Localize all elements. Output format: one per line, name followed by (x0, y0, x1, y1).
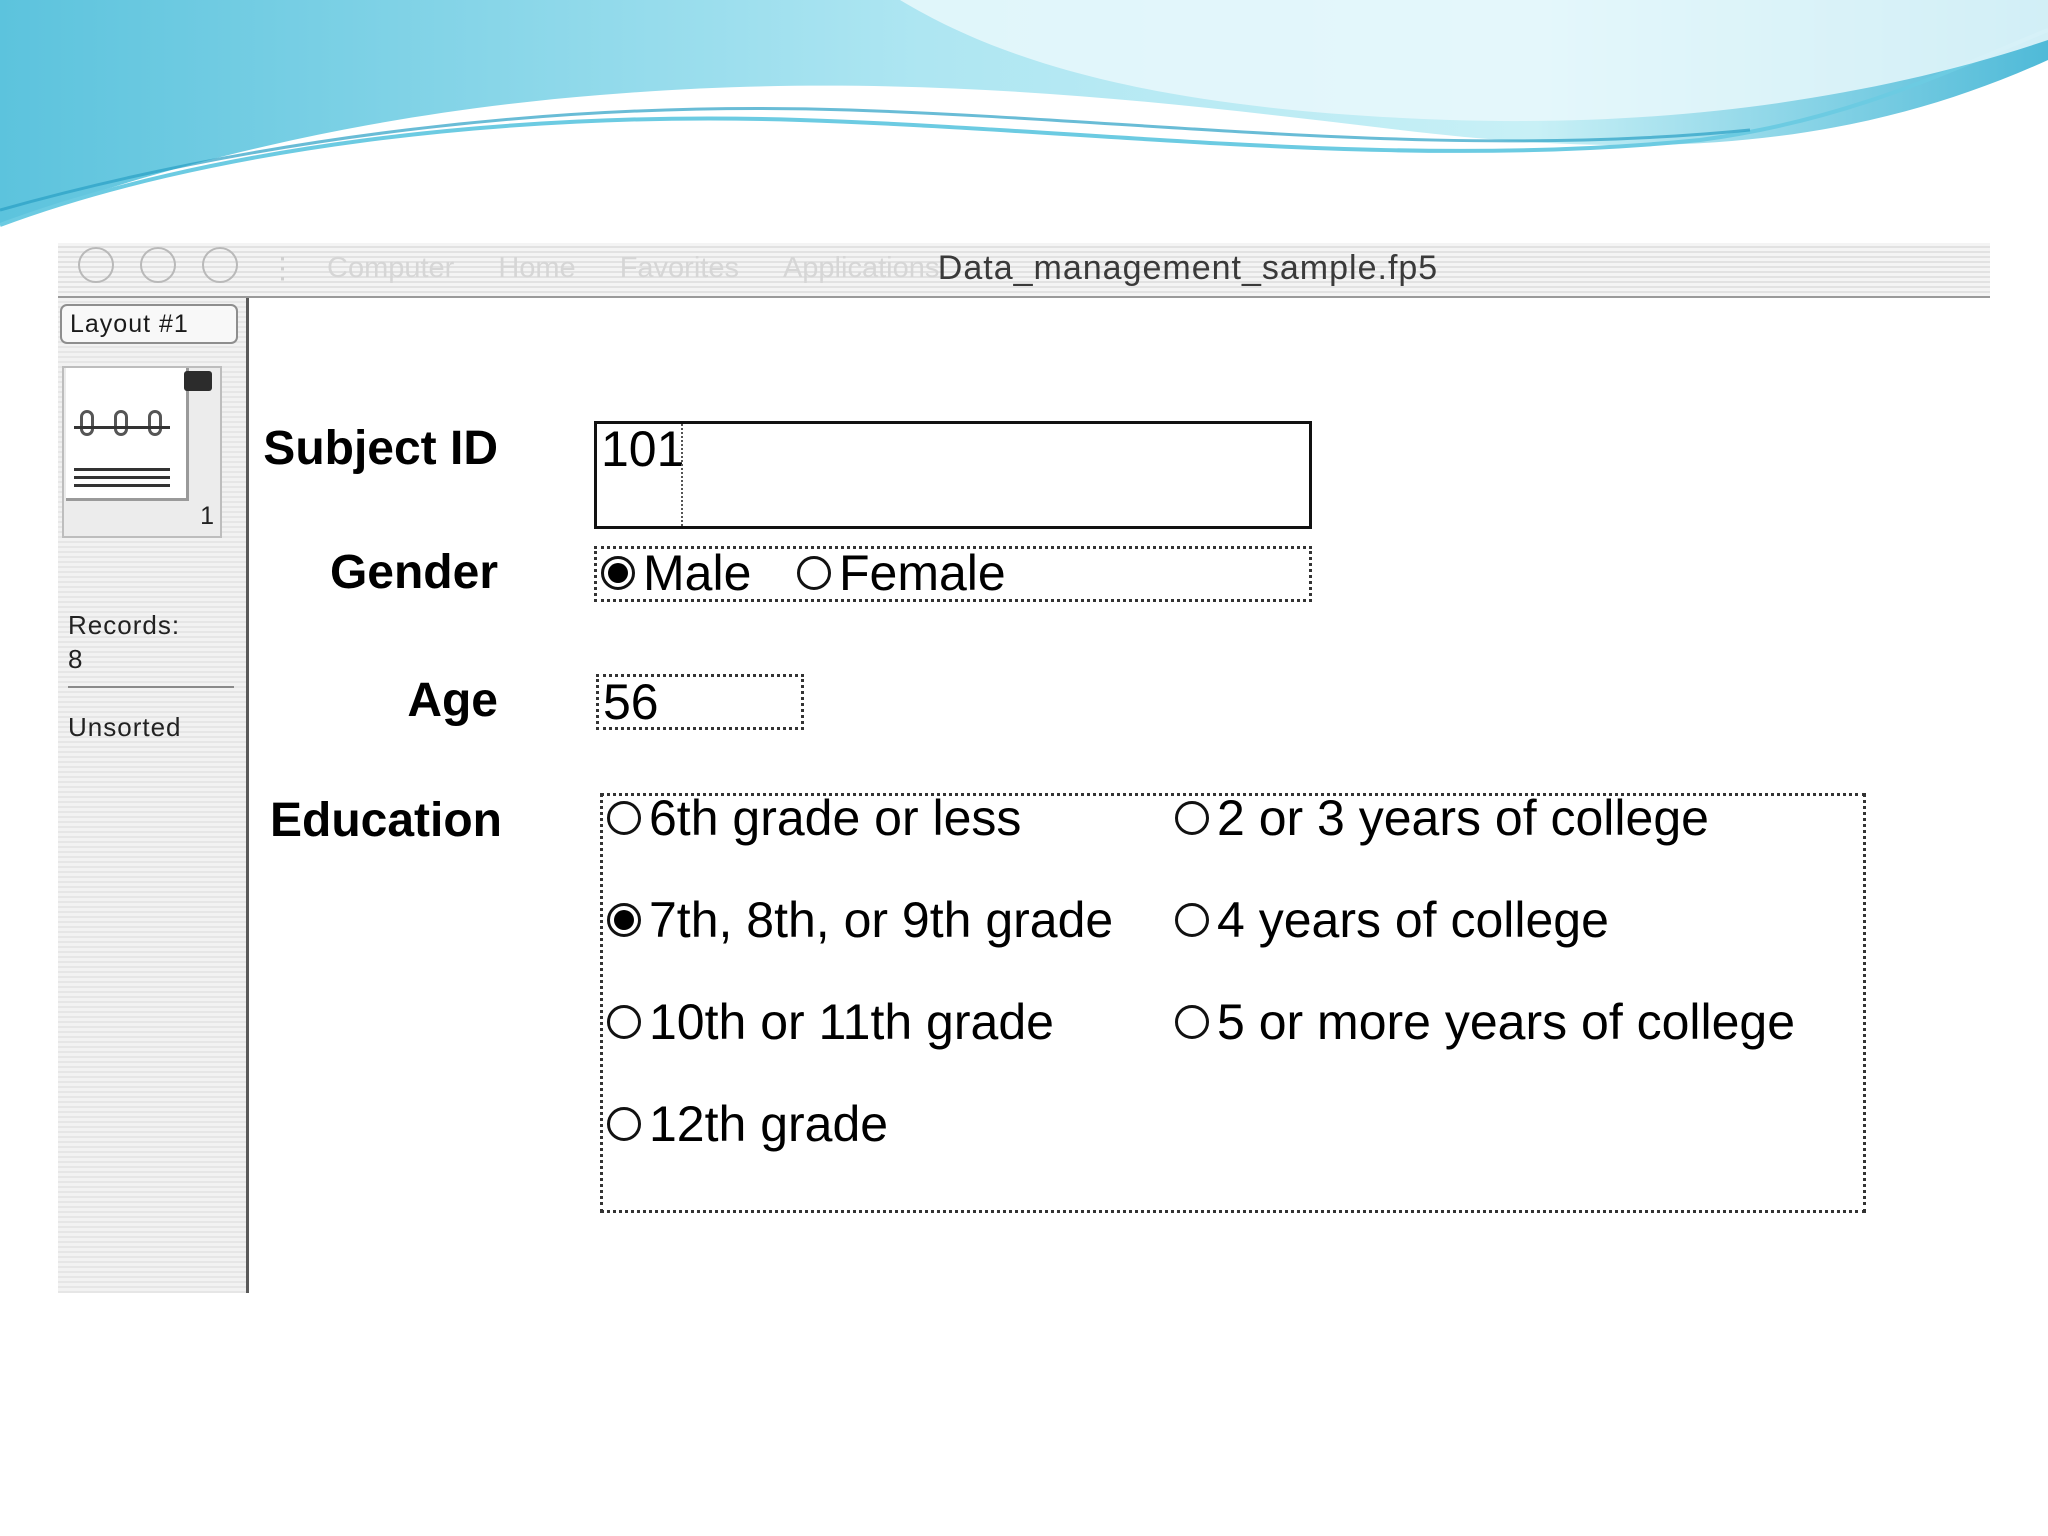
book-line (74, 476, 170, 479)
gender-option-female[interactable]: Female (797, 543, 1006, 603)
education-option-label: 5 or more years of college (1217, 994, 1796, 1050)
education-option-10th-11th[interactable]: 10th or 11th grade (607, 992, 1054, 1052)
education-option-12th[interactable]: 12th grade (607, 1094, 888, 1154)
age-field[interactable]: 56 (596, 674, 804, 730)
radio-unselected-icon (1175, 903, 1209, 937)
slide-wave-decoration (0, 0, 2048, 227)
gender-radio-group: Male Female (594, 543, 1312, 603)
education-option-label: 7th, 8th, or 9th grade (649, 892, 1114, 948)
education-option-label: 2 or 3 years of college (1217, 790, 1709, 846)
field-guide-line (681, 424, 683, 526)
education-option-label: 12th grade (649, 1096, 889, 1152)
window-title: Data_management_sample.fp5 (937, 249, 1439, 287)
book-line (74, 484, 170, 487)
education-option-4-college[interactable]: 4 years of college (1175, 890, 1609, 950)
gender-option-male[interactable]: Male (601, 543, 751, 603)
gender-option-label: Male (643, 545, 752, 601)
radio-selected-icon (601, 556, 635, 590)
records-label: Records: (68, 610, 181, 640)
education-option-2-3-college[interactable]: 2 or 3 years of college (1175, 788, 1709, 848)
age-label: Age (407, 674, 498, 727)
gender-option-label: Female (839, 545, 1006, 601)
radio-unselected-icon (607, 801, 641, 835)
radio-selected-icon (607, 903, 641, 937)
filemaker-window: ⋮ Computer Home Favorites Applications D… (58, 243, 1990, 1293)
radio-unselected-icon (797, 556, 831, 590)
age-value: 56 (603, 674, 659, 730)
education-option-label: 10th or 11th grade (649, 994, 1054, 1050)
education-option-7th-8th-9th[interactable]: 7th, 8th, or 9th grade (607, 890, 1113, 950)
education-option-6th-or-less[interactable]: 6th grade or less (607, 788, 1021, 848)
subject-id-value: 101 (601, 421, 685, 477)
layout-menu[interactable]: Layout #1 (60, 304, 238, 344)
subject-id-field[interactable]: 101 (594, 421, 1312, 529)
radio-unselected-icon (607, 1005, 641, 1039)
education-option-label: 4 years of college (1217, 892, 1609, 948)
records-count: 8 (68, 644, 83, 674)
gender-label: Gender (329, 546, 498, 599)
current-record-number[interactable]: 1 (184, 502, 214, 531)
radio-unselected-icon (607, 1107, 641, 1141)
radio-unselected-icon (1175, 1005, 1209, 1039)
education-option-label: 6th grade or less (649, 790, 1022, 846)
radio-unselected-icon (1175, 801, 1209, 835)
education-option-5-plus-college[interactable]: 5 or more years of college (1175, 992, 1795, 1052)
education-radio-group: 6th grade or less 7th, 8th, or 9th grade… (600, 790, 1866, 1213)
window-titlebar: ⋮ Computer Home Favorites Applications D… (58, 243, 1990, 298)
subject-id-label: Subject ID (263, 422, 498, 475)
education-label: Education (269, 794, 502, 847)
bookmark-tab-icon[interactable] (184, 371, 212, 391)
